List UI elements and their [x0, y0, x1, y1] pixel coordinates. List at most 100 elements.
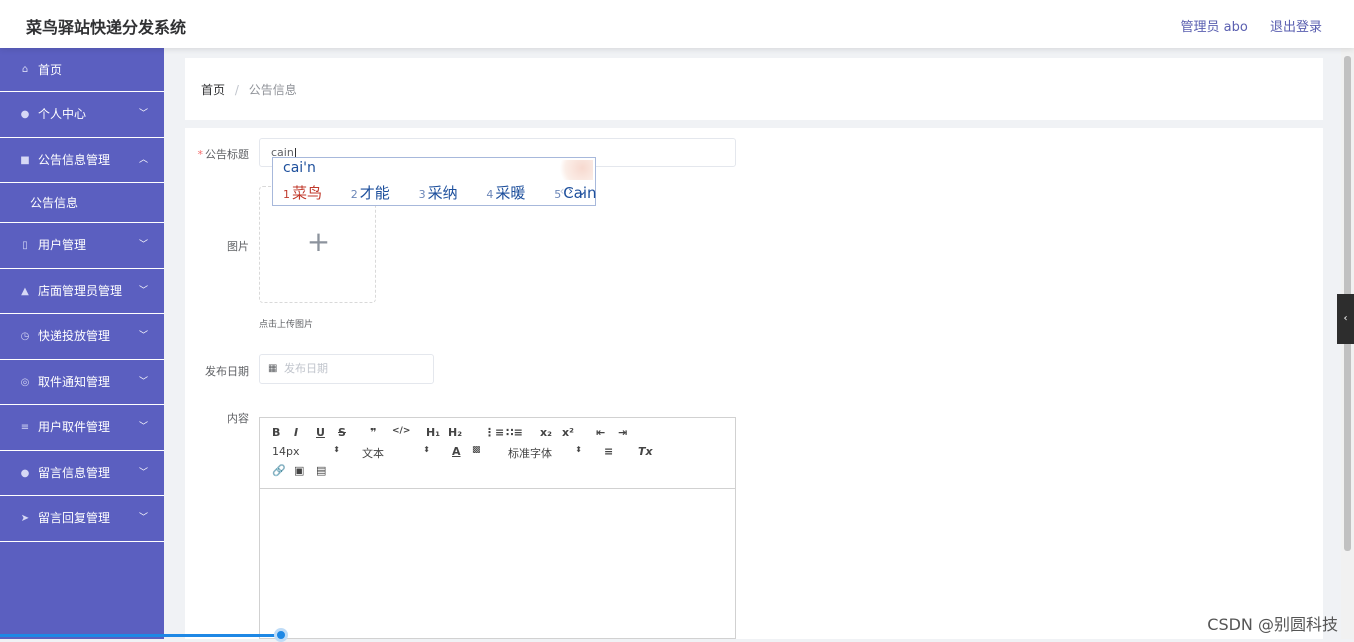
- breadcrumb-card: 首页 / 公告信息: [185, 58, 1323, 120]
- strike-icon[interactable]: S: [338, 426, 346, 439]
- sidebar-item-delivery[interactable]: ◷ 快递投放管理 ﹀: [0, 314, 164, 360]
- title-label: * 公告标题: [197, 148, 250, 161]
- app-title: 菜鸟驿站快递分发系统: [26, 18, 187, 37]
- link-icon[interactable]: 🔗: [272, 464, 286, 477]
- sidebar-item-label: 店面管理员管理: [38, 283, 123, 298]
- video-icon[interactable]: ▤: [316, 464, 326, 477]
- ime-nav: ‹ › ⌄: [560, 184, 587, 198]
- content-label: 内容: [227, 412, 249, 425]
- breadcrumb-current: 公告信息: [248, 83, 297, 97]
- sidebar-item-label: 留言信息管理: [38, 465, 111, 480]
- breadcrumb-home[interactable]: 首页: [201, 83, 225, 97]
- top-right-actions: 管理员 abo 退出登录: [1163, 16, 1322, 35]
- sidebar-item-messages[interactable]: ● 留言信息管理 ﹀: [0, 451, 164, 496]
- bold-icon[interactable]: B: [272, 426, 280, 439]
- ime-candidate-window: cai'n 1 菜鸟 2 才能 3 采纳 4 采暖 5 Cain ‹ › ⌄: [272, 157, 597, 206]
- chevron-right-icon[interactable]: ›: [568, 184, 573, 198]
- blockquote-icon[interactable]: ❞: [370, 426, 376, 439]
- sidebar-item-users[interactable]: ▯ 用户管理 ﹀: [0, 223, 164, 269]
- sidebar-item-personal[interactable]: ● 个人中心 ﹀: [0, 92, 164, 138]
- font-family-select[interactable]: 标准字体 ⬍: [508, 445, 582, 461]
- chevron-down-icon: ﹀: [138, 376, 148, 387]
- side-panel-toggle[interactable]: ‹: [1337, 294, 1354, 344]
- logout-button[interactable]: 退出登录: [1270, 20, 1322, 35]
- admin-label[interactable]: 管理员 abo: [1181, 20, 1248, 35]
- sidebar-item-store-admins[interactable]: ▲ 店面管理员管理 ﹀: [0, 269, 164, 314]
- list-icon: ≡: [20, 422, 30, 433]
- clear-format-icon[interactable]: Tx: [638, 445, 653, 458]
- subscript-icon[interactable]: x₂: [540, 426, 552, 439]
- ime-candidate[interactable]: 1 菜鸟: [283, 184, 334, 202]
- sidebar-item-pickup-notices[interactable]: ◎ 取件通知管理 ﹀: [0, 360, 164, 405]
- chevron-down-icon: ﹀: [138, 109, 148, 119]
- bullet-list-icon[interactable]: ∷≡: [506, 426, 523, 439]
- upload-tip: 点击上传图片: [259, 320, 314, 330]
- chevron-down-icon: ﹀: [138, 240, 148, 250]
- sidebar-item-label: 留言回复管理: [38, 511, 111, 525]
- breadcrumb: 首页 / 公告信息: [201, 81, 297, 98]
- image-label: 图片: [227, 240, 249, 253]
- h2-icon[interactable]: H₂: [448, 426, 462, 439]
- ime-pinyin: cai'n: [283, 160, 316, 176]
- chevron-up-icon: ︿: [138, 154, 148, 165]
- chevron-down-icon: ﹀: [138, 285, 148, 296]
- chevron-left-icon: ‹: [1343, 313, 1348, 324]
- clipboard-icon: ■: [20, 154, 30, 166]
- ordered-list-icon[interactable]: ⋮≡: [484, 426, 504, 439]
- h1-icon[interactable]: H₁: [426, 426, 440, 439]
- progress-handle[interactable]: [274, 628, 288, 642]
- underline-icon[interactable]: U: [316, 426, 325, 439]
- progress-bar: [0, 634, 282, 637]
- top-bar: 菜鸟驿站快递分发系统 管理员 abo 退出登录: [0, 0, 1354, 48]
- date-input[interactable]: ▦ 发布日期: [259, 354, 434, 384]
- chevron-down-icon: ﹀: [138, 467, 148, 478]
- sidebar-item-replies[interactable]: ➤ 留言回复管理 ﹀: [0, 496, 164, 542]
- person-icon: ▲: [21, 285, 29, 297]
- align-icon[interactable]: ≡: [604, 445, 613, 458]
- ime-candidate[interactable]: 3 采纳: [419, 184, 470, 202]
- plus-icon: +: [306, 225, 331, 258]
- chevron-left-icon[interactable]: ‹: [560, 184, 565, 198]
- outdent-icon[interactable]: ⇤: [596, 426, 605, 439]
- form-card: * 公告标题 cain cai'n 1 菜鸟 2 才能 3 采纳 4 采暖 5 Cain ‹…: [185, 128, 1323, 639]
- date-label: 发布日期: [205, 365, 249, 378]
- editor-toolbar: B I U S ❞ </> H₁ H₂ ⋮≡ ∷≡ x₂ x² ⇤ ⇥ 14px…: [260, 418, 735, 489]
- chevron-down-icon: ﹀: [138, 331, 148, 341]
- superscript-icon[interactable]: x²: [562, 426, 574, 439]
- chevron-down-icon[interactable]: ⌄: [577, 184, 587, 198]
- user-icon: ●: [20, 109, 30, 120]
- italic-icon[interactable]: I: [294, 426, 298, 439]
- phone-icon: ▯: [22, 240, 28, 251]
- sidebar-item-label: 用户管理: [38, 238, 87, 252]
- sidebar-item-label: 用户取件管理: [38, 420, 111, 434]
- font-color-icon[interactable]: A: [452, 445, 461, 458]
- sidebar-item-label: 快递投放管理: [38, 329, 111, 343]
- sidebar-item-label: 公告信息管理: [38, 152, 111, 167]
- format-select[interactable]: 文本 ⬍: [362, 445, 430, 461]
- chevron-down-icon: ﹀: [138, 513, 148, 523]
- breadcrumb-separator: /: [234, 83, 239, 97]
- watermark: CSDN @别圆科技: [1207, 615, 1338, 634]
- sidebar-item-label: 个人中心: [38, 107, 87, 121]
- pin-icon: ●: [20, 467, 30, 479]
- rich-text-editor: B I U S ❞ </> H₁ H₂ ⋮≡ ∷≡ x₂ x² ⇤ ⇥ 14px…: [259, 417, 736, 639]
- send-icon: ➤: [20, 513, 30, 524]
- image-icon[interactable]: ▣: [294, 464, 304, 477]
- sidebar-item-announcements[interactable]: ■ 公告信息管理 ︿: [0, 138, 164, 183]
- sidebar: ⌂ 首页 ● 个人中心 ﹀ ■ 公告信息管理 ︿ 公告信息 ▯ 用户管理 ﹀ ▲…: [0, 48, 164, 639]
- home-icon: ⌂: [21, 64, 29, 75]
- code-icon[interactable]: </>: [392, 426, 410, 436]
- background-color-icon[interactable]: ▩: [472, 445, 481, 455]
- sidebar-item-label: 首页: [38, 63, 63, 77]
- sidebar-item-user-pickups[interactable]: ≡ 用户取件管理 ﹀: [0, 405, 164, 451]
- ime-candidate[interactable]: 2 才能: [351, 184, 402, 202]
- chevron-down-icon: ﹀: [138, 422, 148, 432]
- ime-candidate[interactable]: 4 采暖: [486, 184, 537, 202]
- globe-icon: ◎: [20, 376, 30, 388]
- calendar-icon: ▦: [268, 363, 278, 374]
- font-size-select[interactable]: 14px ⬍: [272, 445, 340, 458]
- indent-icon[interactable]: ⇥: [618, 426, 627, 439]
- sidebar-subitem-announcement-info[interactable]: 公告信息: [0, 183, 164, 223]
- ime-decoration: [557, 160, 593, 180]
- sidebar-item-home[interactable]: ⌂ 首页: [0, 48, 164, 92]
